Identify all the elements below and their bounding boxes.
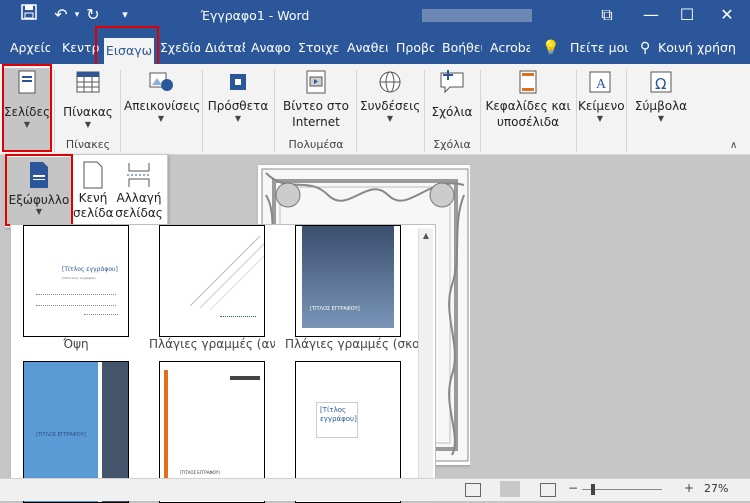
table-button[interactable]: Πίνακας ▼ — [60, 68, 116, 130]
lightbulb-icon: 💡 — [542, 40, 560, 56]
tab-review[interactable]: Αναθεύ — [347, 32, 388, 64]
highlight-insert-tab — [95, 26, 159, 66]
illustrations-label: Απεικονίσεις — [124, 99, 201, 113]
illustrations-button[interactable]: Απεικονίσεις ▼ — [124, 68, 201, 124]
share-button[interactable]: Κοινή χρήση — [658, 32, 744, 64]
thumb-dark-panel — [302, 226, 394, 328]
status-bar: − + 27% — [0, 478, 750, 501]
zoom-slider-thumb[interactable] — [591, 484, 595, 495]
collapse-ribbon-icon[interactable]: ∧ — [730, 140, 737, 151]
ribbon: Σελίδες ▼ Πίνακας ▼ Πίνακες Απεικονίσεις… — [0, 64, 750, 155]
highlight-pages-button — [2, 64, 52, 152]
page-break-icon — [125, 161, 153, 189]
group-label-tables: Πίνακες — [65, 138, 111, 151]
tell-me-input[interactable]: Πείτε μοι — [570, 32, 630, 64]
blank-page-label-1: Κενή — [78, 191, 108, 205]
thumb-lines — [36, 294, 116, 306]
online-video-label-2: Internet — [292, 115, 340, 129]
header-footer-label-2: υποσέλιδα — [496, 115, 559, 129]
comment-icon — [438, 68, 466, 96]
thumb-lines — [230, 376, 260, 380]
zoom-in-icon[interactable]: + — [684, 481, 694, 495]
page-break-label-2: σελίδας — [115, 206, 163, 220]
page-break-button[interactable]: Αλλαγή σελίδας — [113, 157, 165, 225]
addins-button[interactable]: Πρόσθετα ▼ — [206, 68, 270, 124]
tab-file[interactable]: Αρχείο — [10, 32, 50, 64]
header-footer-label-1: Κεφαλίδες και — [485, 99, 571, 113]
cover-label-slice-light: Πλάγιες γραμμές (ανο — [149, 337, 275, 351]
cover-thumb-slice-dark[interactable]: [ΤΙΤΛΟΣ ΕΓΓΡΑΦΟΥ] — [295, 225, 401, 337]
links-label: Συνδέσεις — [360, 99, 421, 113]
store-icon — [224, 68, 252, 96]
illustrations-icon — [147, 68, 175, 96]
video-icon — [302, 68, 330, 96]
chevron-down-icon: ▼ — [596, 114, 604, 123]
close-icon[interactable]: ✕ — [704, 0, 750, 32]
read-mode-icon[interactable] — [465, 483, 481, 497]
chevron-down-icon: ▼ — [234, 114, 242, 123]
thumb-title: [Τίτλος εγγράφου] — [62, 266, 118, 273]
scroll-up-icon[interactable]: ▲ — [420, 230, 432, 242]
text-label: Κείμενο — [578, 99, 625, 113]
cover-thumb-slice-light[interactable] — [159, 225, 265, 337]
text-box-icon: A — [586, 68, 614, 96]
account-name-blurred — [422, 9, 532, 22]
thumb-title: [ΤΙΤΛΟΣ ΕΓΓΡΑΦΟΥ] — [310, 306, 360, 312]
svg-text:Ω: Ω — [655, 75, 666, 93]
chevron-down-icon: ▼ — [157, 114, 165, 123]
cover-thumb-facet[interactable]: [Τίτλος εγγράφου] [Υπότιτλος εγγράφου] — [23, 225, 129, 337]
print-layout-icon[interactable] — [500, 481, 520, 497]
web-layout-icon[interactable] — [540, 483, 556, 497]
tab-acrobat[interactable]: Acroba — [490, 32, 530, 64]
gallery-scrollbar[interactable]: ▲ — [418, 228, 433, 500]
thumb-title: [ΤΙΤΛΟΣ ΕΓΓΡΑΦΟΥ] — [180, 470, 220, 475]
ribbon-display-icon[interactable]: ⧉ — [584, 0, 630, 32]
workspace-background — [470, 165, 750, 475]
cover-page-gallery: [Τίτλος εγγράφου] [Υπότιτλος εγγράφου] Ό… — [10, 224, 436, 503]
svg-text:A: A — [596, 77, 607, 92]
table-icon — [74, 68, 102, 96]
chevron-down-icon: ▼ — [657, 114, 665, 123]
thumb-lines — [84, 314, 118, 321]
group-label-media: Πολυμέσα — [288, 138, 344, 151]
header-footer-icon — [514, 68, 542, 96]
cover-label-slice-dark: Πλάγιες γραμμές (σκο — [285, 337, 419, 351]
table-label: Πίνακας — [63, 105, 113, 119]
thumb-title: [ΤΙΤΛΟΣ ΕΓΓΡΑΦΟΥ] — [36, 432, 86, 438]
chevron-down-icon: ▼ — [84, 120, 92, 129]
user-icon: ⚲ — [640, 40, 651, 56]
tab-view[interactable]: Προβο — [396, 32, 434, 64]
omega-icon: Ω — [647, 68, 675, 96]
zoom-level[interactable]: 27% — [704, 482, 728, 495]
thumb-title: [Τίτλος εγγράφου] — [320, 406, 357, 423]
tab-mailings[interactable]: Στοιχεί — [298, 32, 340, 64]
tab-help[interactable]: Βοήθει — [442, 32, 482, 64]
group-label-comments: Σχόλια — [433, 138, 471, 151]
comment-label: Σχόλια — [431, 105, 473, 119]
tab-layout[interactable]: Διάταξ — [205, 32, 245, 64]
online-video-label-1: Βίντεο στο — [282, 99, 350, 113]
online-video-button[interactable]: Βίντεο στο Internet — [280, 68, 352, 130]
addins-label: Πρόσθετα — [207, 99, 269, 113]
symbols-button[interactable]: Ω Σύμβολα ▼ — [630, 68, 692, 124]
highlight-cover-page — [5, 154, 73, 226]
tab-design[interactable]: Σχεδίασ — [160, 32, 200, 64]
chevron-down-icon: ▼ — [386, 114, 394, 123]
page-break-label-1: Αλλαγή — [116, 191, 162, 205]
thumb-subtitle: [Υπότιτλος εγγράφου] — [62, 276, 96, 280]
text-button[interactable]: A Κείμενο ▼ — [578, 68, 625, 124]
symbols-label: Σύμβολα — [634, 99, 688, 113]
blank-page-button[interactable]: Κενή σελίδα — [73, 157, 114, 225]
thumb-lines — [220, 316, 256, 323]
blank-page-label-2: σελίδα — [73, 206, 114, 220]
zoom-out-icon[interactable]: − — [568, 481, 578, 495]
tab-references[interactable]: Αναφοι — [251, 32, 291, 64]
links-button[interactable]: Συνδέσεις ▼ — [360, 68, 420, 124]
blank-page-icon — [81, 161, 105, 189]
cover-label-facet: Όψη — [63, 337, 89, 351]
comment-button[interactable]: Σχόλια — [428, 68, 476, 120]
header-footer-button[interactable]: Κεφαλίδες και υποσέλιδα — [484, 68, 572, 130]
link-icon — [376, 68, 404, 96]
